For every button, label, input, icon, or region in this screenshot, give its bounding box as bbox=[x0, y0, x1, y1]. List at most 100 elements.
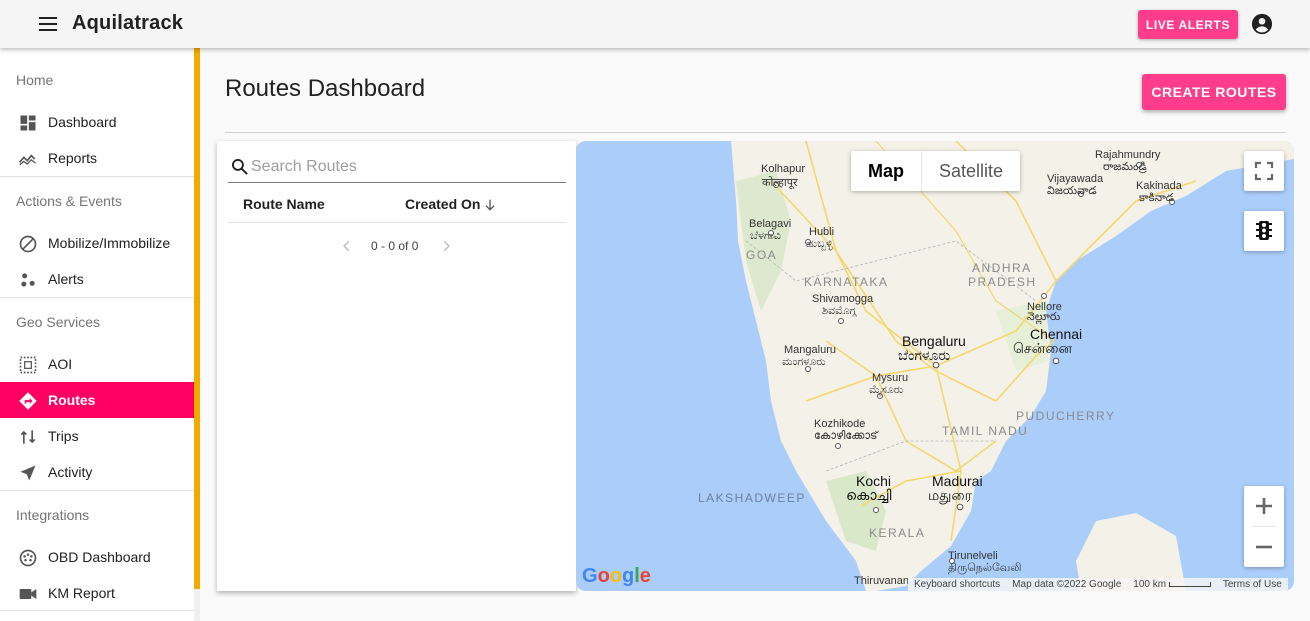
page-title: Routes Dashboard bbox=[225, 75, 426, 102]
map-label: Mangaluru bbox=[784, 344, 836, 356]
account-circle-icon[interactable] bbox=[1251, 13, 1273, 35]
sidebar-item-reports[interactable]: Reports bbox=[0, 140, 194, 176]
aoi-icon bbox=[19, 356, 37, 374]
sidebar-item-mobilize[interactable]: Mobilize/Immobilize bbox=[0, 225, 194, 261]
sidebar-item-label: Dashboard bbox=[48, 114, 117, 130]
map-label: ಹುಬ್ಬಳ್ಳಿ bbox=[806, 238, 833, 250]
map-view[interactable]: Kolhapur कोल्हापूर Belagavi ಬೆಳಗಾವಿ Hubl… bbox=[576, 141, 1294, 591]
map-label: ಮೈಸೂರು bbox=[869, 384, 904, 396]
search-input[interactable] bbox=[251, 156, 551, 178]
app-title: Aquilatrack bbox=[72, 12, 184, 34]
map-label: കോഴിക്കോട് bbox=[814, 430, 878, 442]
keyboard-shortcuts-link[interactable]: Keyboard shortcuts bbox=[914, 579, 1000, 590]
block-icon bbox=[19, 235, 37, 253]
zoom-in-button[interactable] bbox=[1256, 498, 1272, 514]
trips-icon bbox=[20, 430, 36, 444]
section-title-geo: Geo Services bbox=[16, 314, 101, 330]
divider bbox=[0, 176, 194, 177]
map-label: Rajahmundry bbox=[1095, 149, 1161, 161]
map-data-text: Map data ©2022 Google bbox=[1012, 579, 1122, 590]
map-label: Mysuru bbox=[872, 372, 909, 384]
map-label: ಬೆಂಗಳೂರು bbox=[898, 347, 951, 363]
map-label: ಬೆಳಗಾವಿ bbox=[750, 230, 781, 242]
create-routes-button[interactable]: CREATE ROUTES bbox=[1142, 74, 1286, 110]
chevron-right-icon[interactable] bbox=[439, 239, 453, 253]
chevron-left-icon[interactable] bbox=[340, 239, 354, 253]
map-label: Tirunelveli bbox=[948, 550, 998, 562]
sidebar: Home Dashboard Reports Actions & Events … bbox=[0, 48, 194, 621]
map-label: ಶಿವಮೊಗ್ಗ bbox=[822, 305, 857, 317]
map-label: திருநெல்வேலி bbox=[948, 562, 1022, 574]
map-label: சென்னை bbox=[1013, 340, 1073, 356]
sidebar-item-dashboard[interactable]: Dashboard bbox=[0, 104, 194, 140]
terms-link[interactable]: Terms of Use bbox=[1223, 579, 1282, 590]
map-label: నెల్లూరు bbox=[1027, 311, 1061, 323]
sidebar-item-label: Routes bbox=[48, 392, 96, 408]
sidebar-item-label: AOI bbox=[48, 356, 73, 372]
map-label: TAMIL NADU bbox=[942, 424, 1029, 438]
arrow-down-icon[interactable] bbox=[482, 197, 498, 213]
map-type-map[interactable]: Map bbox=[851, 151, 921, 191]
sidebar-item-trips[interactable]: Trips bbox=[0, 418, 194, 454]
menu-icon[interactable] bbox=[36, 14, 60, 34]
sidebar-item-label: OBD Dashboard bbox=[48, 549, 151, 565]
sidebar-item-activity[interactable]: Activity bbox=[0, 454, 194, 490]
sidebar-item-obd-dashboard[interactable]: OBD Dashboard bbox=[0, 539, 194, 575]
sidebar-item-routes[interactable]: Routes bbox=[0, 382, 194, 418]
map-label: Belagavi bbox=[749, 218, 792, 230]
sidebar-item-label: KM Report bbox=[48, 585, 115, 601]
zoom-controls bbox=[1244, 486, 1284, 567]
map-label: ANDHRA bbox=[972, 261, 1032, 275]
sidebar-item-label: Reports bbox=[48, 150, 98, 166]
map-label: GOA bbox=[746, 248, 778, 262]
fullscreen-icon bbox=[1254, 161, 1274, 181]
fullscreen-button[interactable] bbox=[1244, 151, 1284, 191]
dashboard-icon bbox=[20, 115, 36, 131]
scale-bar[interactable]: 100 km bbox=[1133, 579, 1211, 590]
map-label: PUDUCHERRY bbox=[1016, 409, 1116, 423]
map-type-satellite[interactable]: Satellite bbox=[921, 151, 1020, 191]
section-title-actions: Actions & Events bbox=[16, 193, 122, 209]
map-label: రాజమండ్రి bbox=[1103, 161, 1147, 173]
map-label: Hubli bbox=[809, 226, 835, 238]
sidebar-item-label: Alerts bbox=[48, 271, 84, 287]
navigation-icon bbox=[20, 465, 36, 481]
sidebar-item-aoi[interactable]: AOI bbox=[0, 346, 194, 382]
map-label: कोल्हापूर bbox=[762, 177, 798, 189]
column-header-route-name[interactable]: Route Name bbox=[243, 196, 325, 212]
sidebar-item-km-report[interactable]: KM Report bbox=[0, 575, 194, 611]
video-icon bbox=[19, 589, 37, 599]
map-label: Shivamogga bbox=[812, 293, 874, 305]
alerts-icon bbox=[21, 273, 35, 287]
obd-icon bbox=[19, 549, 37, 567]
map-label: PRADESH bbox=[968, 275, 1037, 289]
map-attribution: Keyboard shortcuts Map data ©2022 Google… bbox=[908, 578, 1288, 591]
sidebar-item-alerts[interactable]: Alerts bbox=[0, 261, 194, 297]
section-title-integrations: Integrations bbox=[16, 507, 90, 523]
divider bbox=[0, 297, 194, 298]
sidebar-accent-bar bbox=[194, 48, 200, 589]
pagination-range: 0 - 0 of 0 bbox=[371, 239, 419, 253]
map-label: KARNATAKA bbox=[804, 275, 889, 289]
map-base bbox=[731, 141, 1294, 591]
map-label: Kakinada bbox=[1136, 180, 1182, 192]
traffic-layer-button[interactable] bbox=[1244, 211, 1284, 251]
map-label: విజయవాడ bbox=[1047, 185, 1097, 197]
live-alerts-button[interactable]: LIVE ALERTS bbox=[1138, 10, 1238, 39]
map-label: LAKSHADWEEP bbox=[698, 491, 806, 505]
divider bbox=[228, 222, 566, 223]
divider bbox=[0, 610, 194, 611]
google-logo: Google bbox=[582, 565, 651, 587]
map-label: Thiruvanan bbox=[854, 575, 910, 587]
sidebar-gap bbox=[194, 589, 200, 621]
traffic-light-icon bbox=[1256, 221, 1272, 240]
map-label: കൊച്ചി bbox=[846, 487, 892, 503]
map-label: Vijayawada bbox=[1047, 173, 1104, 185]
search-icon bbox=[232, 159, 248, 175]
map-label: కాకినాడ bbox=[1139, 192, 1174, 204]
map-label: KERALA bbox=[869, 526, 926, 540]
sidebar-item-label: Trips bbox=[48, 428, 79, 444]
column-header-created-on[interactable]: Created On bbox=[405, 196, 480, 212]
map-label: ಮಂಗಳೂರು bbox=[782, 356, 826, 368]
divider bbox=[225, 132, 1286, 133]
